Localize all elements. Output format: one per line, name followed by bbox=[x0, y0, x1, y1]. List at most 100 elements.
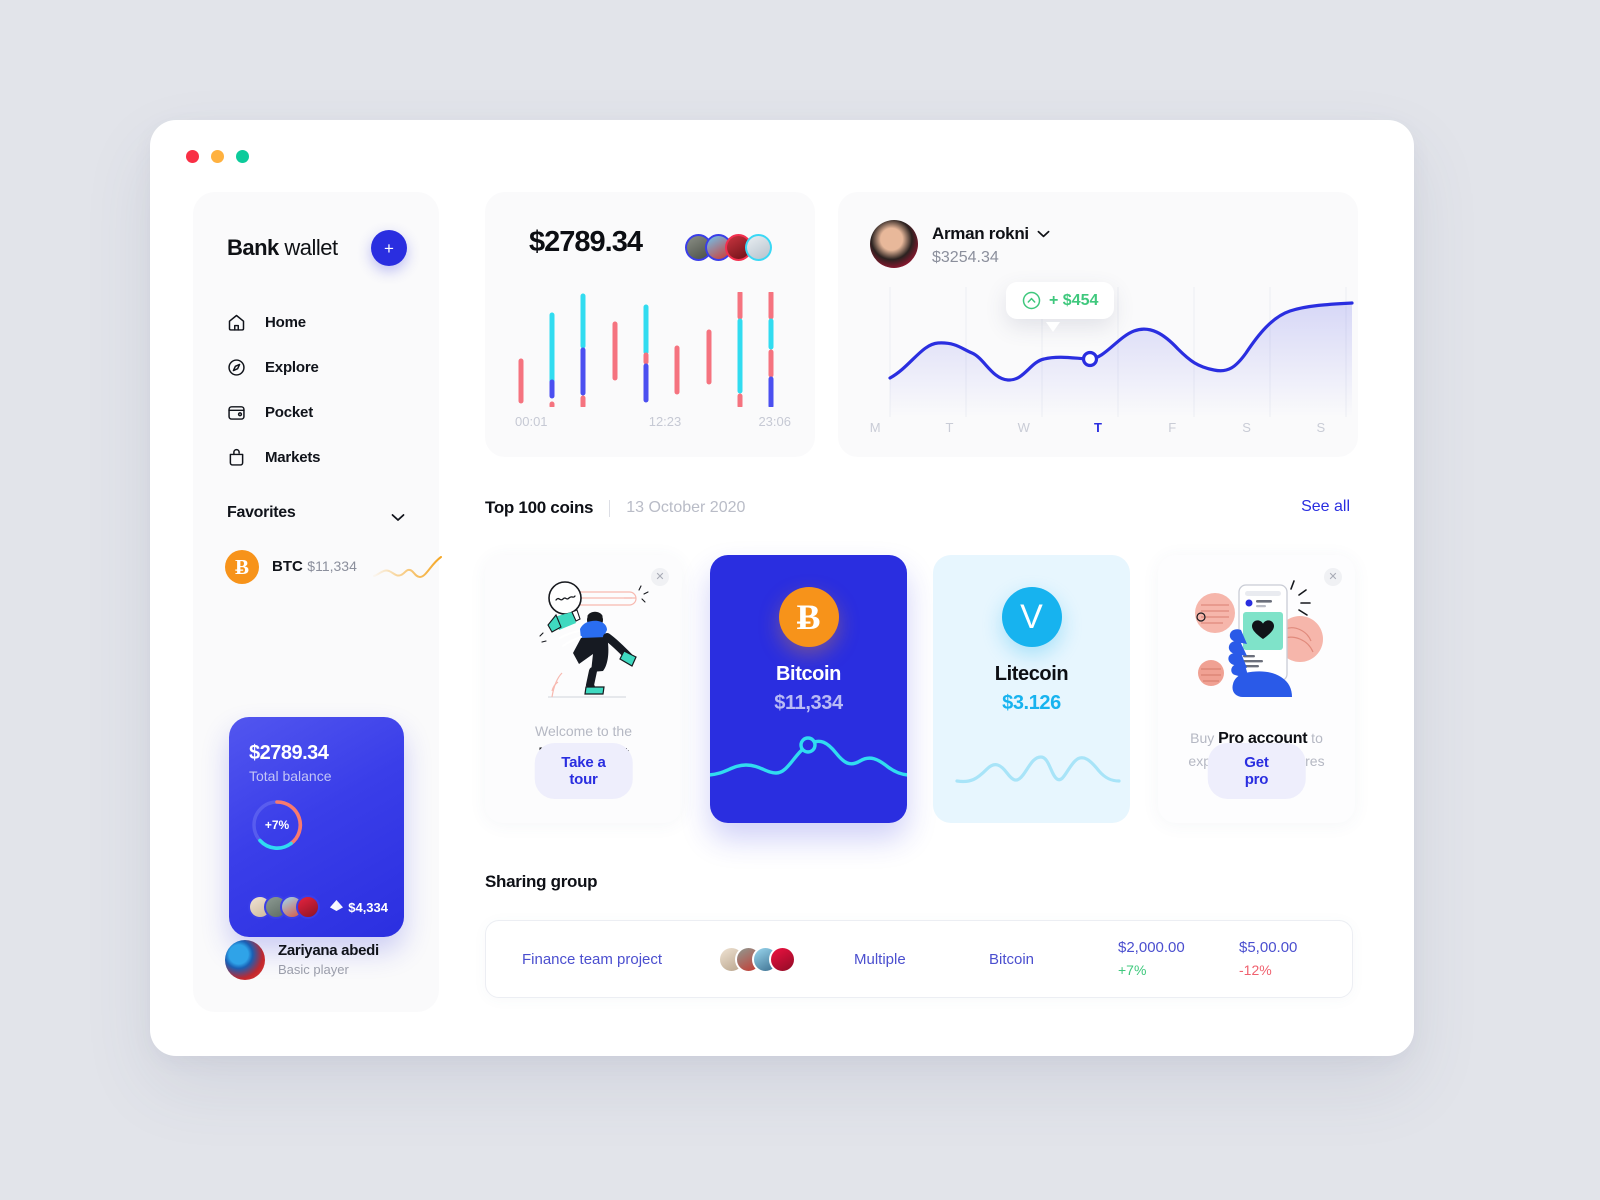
add-button[interactable]: + bbox=[371, 230, 407, 266]
compass-icon bbox=[225, 357, 247, 379]
candlestick-card: $2789.34 00:01 12:23 23:06 bbox=[485, 192, 815, 457]
litecoin-symbol: V bbox=[1020, 598, 1043, 636]
favorite-symbol: BTC bbox=[272, 558, 303, 576]
chevron-down-icon bbox=[391, 509, 405, 521]
candlestick-avatar-stack bbox=[685, 234, 772, 261]
user-profile[interactable]: Zariyana abedi Basic player bbox=[225, 940, 379, 980]
pro-account-card: ✕ Buy Pro account to Get pro bbox=[1158, 555, 1355, 823]
row-value-2: $5,00.00 -12% bbox=[1239, 937, 1297, 981]
change-tooltip-value: + $454 bbox=[1049, 291, 1099, 309]
welcome-subtitle: Welcome to the bbox=[534, 723, 632, 739]
balance-subtitle: Total balance bbox=[249, 768, 332, 784]
main-nav: Home Explore Pocket Markets bbox=[223, 300, 413, 480]
row-value-1: $2,000.00 +7% bbox=[1118, 937, 1185, 981]
sidebar-item-label: Markets bbox=[265, 449, 321, 466]
coin-price: $11,334 bbox=[774, 692, 843, 714]
welcome-illustration bbox=[538, 581, 649, 698]
sidebar-item-label: Home bbox=[265, 314, 306, 331]
section-title: Top 100 coins bbox=[485, 498, 594, 517]
coin-name: Litecoin bbox=[994, 663, 1069, 685]
sidebar-item-label: Explore bbox=[265, 359, 319, 376]
sidebar-item-home[interactable]: Home bbox=[223, 300, 413, 345]
btc-sparkline-chart bbox=[373, 554, 443, 584]
pro-suffix: to bbox=[1307, 730, 1323, 746]
litecoin-icon: V bbox=[1001, 587, 1062, 647]
bitcoin-symbol: Ƀ bbox=[796, 597, 821, 637]
coin-cards-row: ✕ Welcome to the Take a tour Ƀ Bitcoin $… bbox=[485, 555, 1355, 823]
eth-balance: $4,334 bbox=[330, 900, 388, 915]
app-window: Bank wallet + Home Explore Pocket Market… bbox=[150, 120, 1414, 1056]
eth-balance-value: $4,334 bbox=[348, 899, 388, 915]
chevron-down-icon bbox=[1037, 230, 1050, 238]
maximize-window-button[interactable] bbox=[236, 150, 249, 163]
candlestick-x-axis: 00:01 12:23 23:06 bbox=[507, 414, 797, 429]
members-type: Multiple bbox=[854, 950, 906, 968]
weekday-tick[interactable]: T bbox=[912, 420, 986, 435]
bitcoin-icon: Ƀ bbox=[225, 550, 259, 584]
home-icon bbox=[225, 312, 247, 334]
change-tooltip: + $454 bbox=[1006, 282, 1115, 319]
balance-amount: $2789.34 bbox=[249, 742, 329, 764]
minimize-window-button[interactable] bbox=[211, 150, 224, 163]
candlestick-amount: $2789.34 bbox=[529, 226, 643, 258]
sidebar-item-pocket[interactable]: Pocket bbox=[223, 390, 413, 435]
app-logo: Bank wallet bbox=[227, 235, 338, 261]
value-change: -12% bbox=[1239, 961, 1272, 978]
sidebar: Bank wallet + Home Explore Pocket Market… bbox=[193, 192, 442, 1012]
sharing-group-title: Sharing group bbox=[485, 872, 598, 891]
avatar[interactable] bbox=[745, 234, 772, 261]
welcome-card: ✕ Welcome to the Take a tour bbox=[485, 555, 682, 823]
axis-tick: 00:01 bbox=[515, 414, 548, 429]
weekday-tick[interactable]: M bbox=[838, 420, 912, 435]
favorites-header[interactable]: Favorites bbox=[227, 504, 405, 522]
user-balance: $3254.34 bbox=[932, 249, 999, 266]
wallet-icon bbox=[225, 402, 247, 424]
window-controls bbox=[186, 150, 249, 163]
ethereum-icon bbox=[330, 900, 344, 911]
close-icon[interactable]: ✕ bbox=[1324, 568, 1342, 586]
sidebar-item-explore[interactable]: Explore bbox=[223, 345, 413, 390]
take-a-tour-button[interactable]: Take a tour bbox=[534, 743, 633, 799]
favorite-price: $11,334 bbox=[307, 558, 357, 575]
candlestick-chart bbox=[518, 292, 774, 407]
litecoin-card[interactable]: V Litecoin $3.126 bbox=[933, 555, 1130, 823]
value-amount: $5,00.00 bbox=[1239, 939, 1298, 957]
coin-price: $3.126 bbox=[1002, 692, 1061, 714]
close-icon[interactable]: ✕ bbox=[651, 568, 669, 586]
axis-tick: 23:06 bbox=[758, 414, 791, 429]
coin-name: Bitcoin bbox=[776, 663, 841, 685]
bitcoin-wave-chart bbox=[710, 736, 907, 777]
row-coin: Bitcoin bbox=[989, 950, 1035, 968]
sidebar-item-label: Pocket bbox=[265, 404, 313, 421]
weekday-tick-active[interactable]: T bbox=[1061, 420, 1135, 435]
axis-tick: 12:23 bbox=[648, 414, 682, 429]
avatar bbox=[296, 895, 320, 919]
value-change: +7% bbox=[1118, 961, 1147, 978]
project-name: Finance team project bbox=[522, 950, 663, 968]
user-name: Arman rokni bbox=[932, 224, 1029, 243]
favorite-item-btc[interactable]: Ƀ BTC $11,334 bbox=[225, 550, 442, 584]
favorite-meta: BTC $11,334 bbox=[272, 557, 357, 577]
bag-icon bbox=[225, 447, 247, 469]
weekday-axis: M T W T F S S bbox=[838, 420, 1358, 435]
total-balance-card: $2789.34 Total balance +7% $4,334 bbox=[229, 717, 404, 937]
weekday-tick[interactable]: F bbox=[1135, 420, 1209, 435]
get-pro-button[interactable]: Get pro bbox=[1207, 743, 1306, 799]
see-all-link[interactable]: See all bbox=[1301, 498, 1350, 516]
bitcoin-card[interactable]: Ƀ Bitcoin $11,334 bbox=[710, 555, 907, 823]
weekday-tick[interactable]: S bbox=[1284, 420, 1358, 435]
sidebar-item-markets[interactable]: Markets bbox=[223, 435, 413, 480]
arrow-up-circle-icon bbox=[1022, 291, 1041, 310]
brand-bold: Bank bbox=[227, 235, 279, 260]
weekday-tick[interactable]: S bbox=[1209, 420, 1283, 435]
balance-change-label: +7% bbox=[264, 818, 290, 832]
value-amount: $2,000.00 bbox=[1118, 939, 1185, 957]
table-row[interactable]: Finance team project Multiple Bitcoin $2… bbox=[485, 920, 1353, 998]
section-date: 13 October 2020 bbox=[626, 499, 746, 516]
user-name-dropdown[interactable]: Arman rokni bbox=[932, 224, 1050, 244]
pro-prefix: Buy bbox=[1190, 730, 1219, 746]
close-window-button[interactable] bbox=[186, 150, 199, 163]
bitcoin-icon: Ƀ bbox=[778, 587, 839, 647]
brand-row: Bank wallet + bbox=[227, 230, 407, 266]
weekday-tick[interactable]: W bbox=[987, 420, 1061, 435]
